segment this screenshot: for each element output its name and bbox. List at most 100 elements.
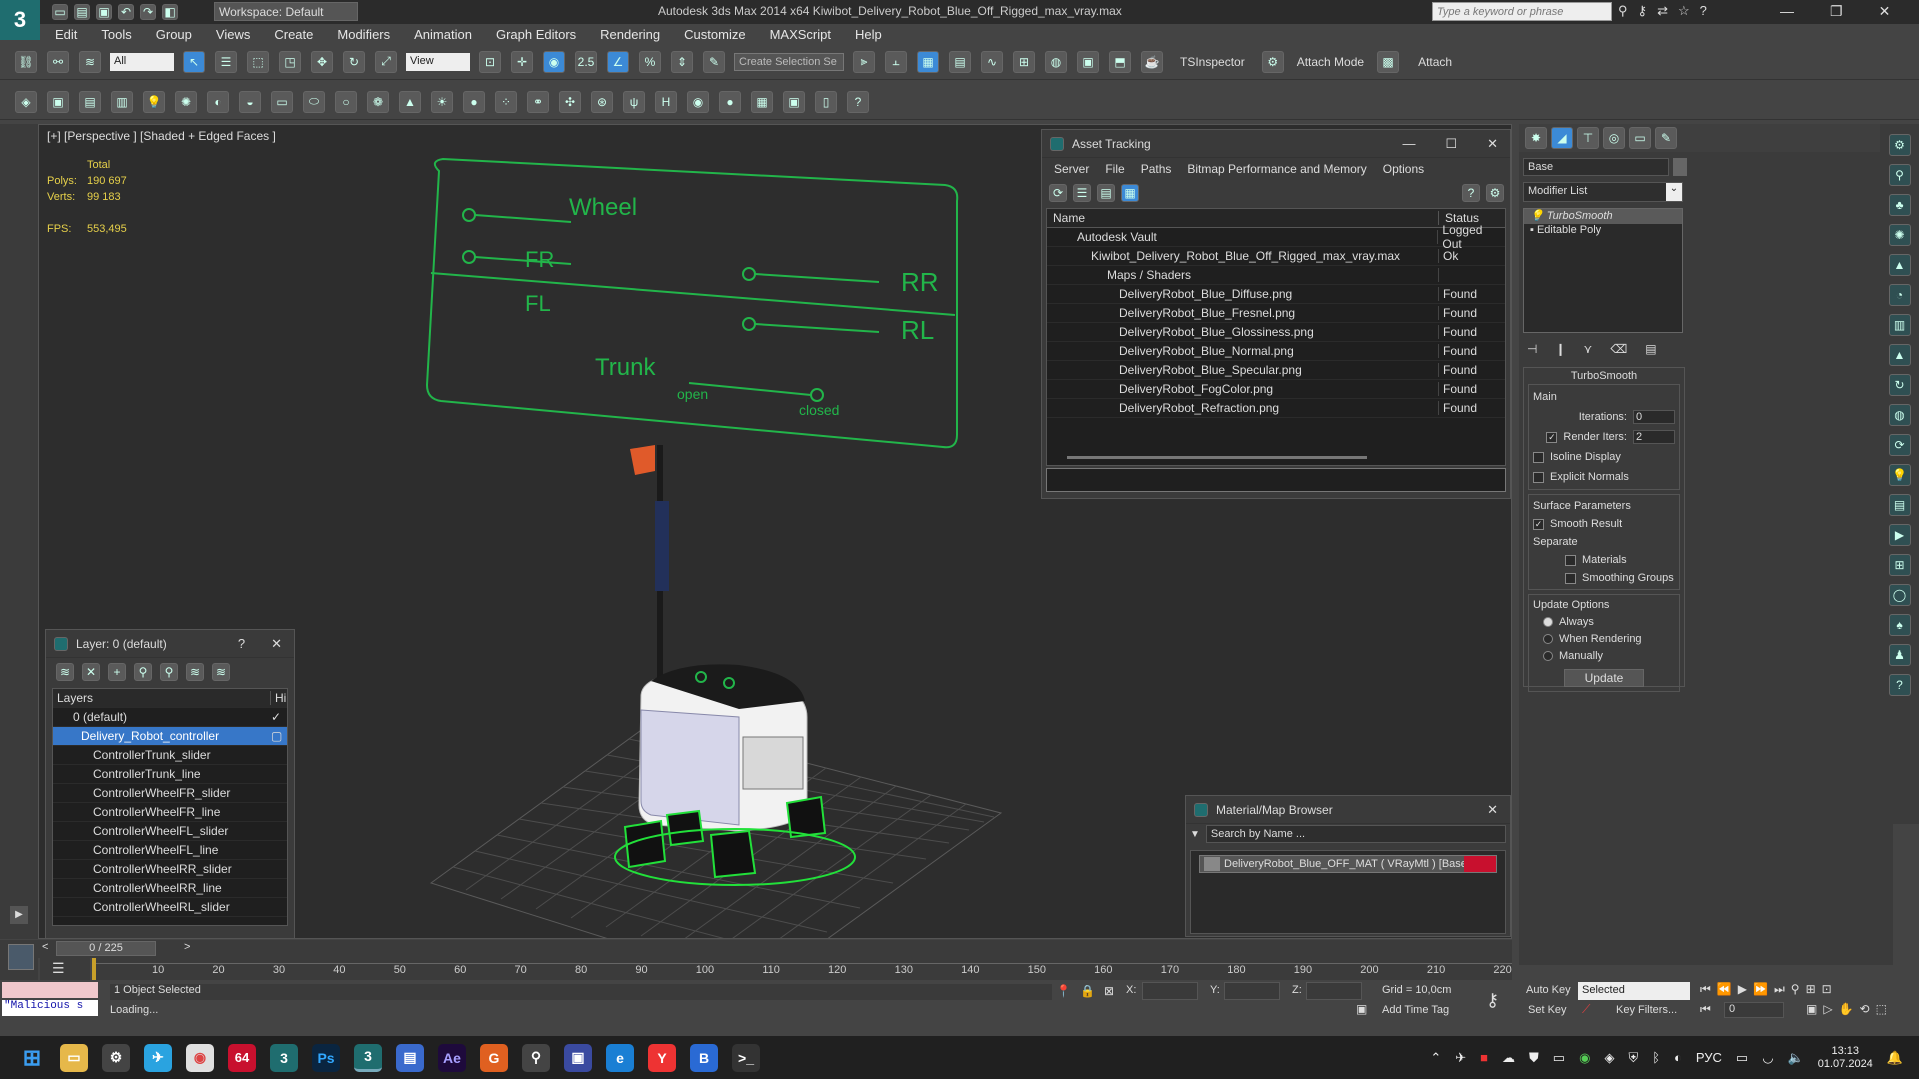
tray-bluetooth-icon[interactable]: ᛒ xyxy=(1652,1050,1660,1065)
asset-horizontal-scrollbar[interactable] xyxy=(1067,456,1367,459)
schematic-view-icon[interactable]: ⊞ xyxy=(1013,50,1035,73)
track-bar[interactable]: 10 20 30 40 50 60 70 80 90 100 110 120 130 140 150 160 1… xyxy=(92,958,1512,980)
windows-start-icon[interactable]: ⊞ xyxy=(18,1044,46,1072)
asset-row[interactable]: Maps / Shaders xyxy=(1047,266,1505,285)
tray-network-icon[interactable]: ▭ xyxy=(1736,1050,1748,1066)
viewport-config-icon[interactable]: ▦ xyxy=(751,90,773,113)
vray-sphere-side-icon[interactable]: ▥ xyxy=(1888,314,1911,336)
vray-plane-icon[interactable]: ▭ xyxy=(271,90,293,113)
tray-clock[interactable]: 13:13 01.07.2024 xyxy=(1818,1045,1873,1071)
layer-close-icon[interactable]: ✕ xyxy=(271,636,282,652)
move-icon[interactable]: ✥ xyxy=(311,50,333,73)
vray-proxy-side-icon[interactable]: ◔ xyxy=(1888,284,1911,306)
help-circle-icon[interactable]: ? xyxy=(847,90,869,113)
fov-icon[interactable]: ▣ xyxy=(1806,1002,1817,1016)
vray-people-icon[interactable]: ♟ xyxy=(1888,644,1911,666)
telegram-icon[interactable]: ✈ xyxy=(144,1043,172,1072)
layer-manager-icon[interactable]: ▦ xyxy=(917,50,939,73)
tray-language[interactable]: РУС xyxy=(1696,1050,1722,1065)
layer-row[interactable]: ControllerWheelFL_slider xyxy=(53,822,287,841)
add-to-layer-icon[interactable]: + xyxy=(108,663,126,681)
asset-settings-icon[interactable]: ⚙ xyxy=(1486,184,1504,202)
window-crossing-icon[interactable]: ◳ xyxy=(279,50,301,73)
tray-defender-icon[interactable]: ⛨ xyxy=(1628,1050,1638,1066)
add-time-tag-button[interactable]: Add Time Tag xyxy=(1382,1004,1449,1016)
bulb-icon[interactable]: 💡 xyxy=(1530,210,1544,222)
time-slider-thumb[interactable]: 0 / 225 xyxy=(56,941,156,956)
tray-nvidia-icon[interactable]: ◈ xyxy=(1604,1050,1614,1066)
3dsmax-icon[interactable]: 3 xyxy=(270,1043,298,1072)
rendered-frame-icon[interactable]: ⬒ xyxy=(1109,50,1131,73)
pin-stack-icon[interactable]: ⊣ xyxy=(1527,342,1537,356)
curve-editor-icon[interactable]: ∿ xyxy=(981,50,1003,73)
attach-mode-button[interactable]: Attach Mode xyxy=(1297,55,1364,69)
star-icon[interactable]: ☆ xyxy=(1678,3,1690,19)
material-browser-close-icon[interactable]: ✕ xyxy=(1487,802,1510,818)
tsinspector-button[interactable]: TSInspector xyxy=(1180,55,1245,69)
vray-dome-icon[interactable]: ◒ xyxy=(239,90,261,113)
modifier-list-dropdown[interactable]: Modifier List ⌄ xyxy=(1523,182,1683,202)
g-app-icon[interactable]: G xyxy=(480,1043,508,1072)
delete-layer-icon[interactable]: ✕ xyxy=(82,663,100,681)
asset-row[interactable]: DeliveryRobot_Blue_Fresnel.png Found xyxy=(1047,304,1505,323)
motion-tab-icon[interactable]: ◎ xyxy=(1603,127,1625,149)
material-search-triangle-icon[interactable]: ▼ xyxy=(1190,829,1200,840)
vray-ring-icon[interactable]: ◯ xyxy=(1888,584,1911,606)
edit-named-selection-icon[interactable]: ✎ xyxy=(703,50,725,73)
vray-sun-icon[interactable]: ○ xyxy=(335,90,357,113)
layer-row[interactable]: ControllerTrunk_slider xyxy=(53,746,287,765)
attach-mode-icon[interactable]: ⚙ xyxy=(1261,50,1284,73)
key-filters-button[interactable]: Key Filters... xyxy=(1616,1004,1677,1016)
after-effects-icon[interactable]: Ae xyxy=(438,1043,466,1072)
asset-help-icon[interactable]: ? xyxy=(1462,184,1480,202)
notepad-icon[interactable]: ▤ xyxy=(396,1043,424,1072)
y-coordinate-field[interactable] xyxy=(1224,982,1280,1000)
maximize-icon[interactable]: ❐ xyxy=(1830,3,1843,20)
close-icon[interactable]: ✕ xyxy=(1879,3,1891,20)
exchange-icon[interactable]: ⇄ xyxy=(1657,3,1668,19)
display-tab-icon[interactable]: ▭ xyxy=(1629,127,1651,149)
asset-maximize-icon[interactable]: ☐ xyxy=(1445,136,1457,152)
menu-graph-editors[interactable]: Graph Editors xyxy=(496,27,576,42)
asset-col-name[interactable]: Name xyxy=(1047,211,1439,225)
edge-icon[interactable]: e xyxy=(606,1043,634,1072)
time-prev-icon[interactable]: < xyxy=(42,941,48,953)
vray-physical-icon[interactable]: ⚲ xyxy=(1888,164,1911,186)
absolute-mode-icon[interactable]: ⊠ xyxy=(1104,984,1114,998)
track-bar-icon[interactable]: ☰ xyxy=(52,960,65,977)
modify-tab-icon[interactable]: ◢ xyxy=(1551,127,1573,149)
batch-render-icon[interactable]: ▥ xyxy=(111,90,133,113)
vray-light-icon[interactable]: ♣ xyxy=(1888,194,1911,216)
checker-icon[interactable]: ▩ xyxy=(1377,50,1400,73)
asset-menu-server[interactable]: Server xyxy=(1054,162,1089,176)
vray-ball-icon[interactable]: ◍ xyxy=(1888,404,1911,426)
vray-rotate-icon[interactable]: ↻ xyxy=(1888,374,1911,396)
next-frame-icon[interactable]: ⏩ xyxy=(1753,982,1768,997)
vray-proxy-icon[interactable]: ▲ xyxy=(399,90,421,113)
asset-row[interactable]: DeliveryRobot_Refraction.png Found xyxy=(1047,399,1505,418)
help-icon[interactable]: ? xyxy=(1700,3,1707,19)
vray-vfb-icon[interactable]: ▤ xyxy=(1888,494,1911,516)
menu-rendering[interactable]: Rendering xyxy=(600,27,660,42)
hold-icon[interactable]: ◧ xyxy=(162,4,178,20)
rollout-title[interactable]: TurboSmooth xyxy=(1528,368,1680,384)
hf-icon[interactable]: H xyxy=(655,90,677,113)
snaps-toggle-icon[interactable]: 2.5 xyxy=(575,50,597,73)
select-object-icon[interactable]: ↖ xyxy=(183,50,205,73)
set-key-button[interactable]: Set Key xyxy=(1528,1004,1567,1016)
tray-cloud-icon[interactable]: ☁ xyxy=(1502,1050,1515,1066)
explicit-normals-checkbox[interactable] xyxy=(1533,471,1544,483)
spinner-snap-icon[interactable]: ⇕ xyxy=(671,50,693,73)
menu-help[interactable]: Help xyxy=(855,27,882,42)
configure-sets-icon[interactable]: ▤ xyxy=(1645,342,1656,356)
asset-menu-bitmap-performance[interactable]: Bitmap Performance and Memory xyxy=(1187,162,1366,176)
selection-filter-dropdown[interactable]: All xyxy=(110,52,174,71)
play-icon[interactable]: ▶ xyxy=(1738,982,1747,997)
expand-icon[interactable]: ▪ xyxy=(1530,224,1534,236)
rotate-icon[interactable]: ↻ xyxy=(343,50,365,73)
material-editor-icon[interactable]: ◍ xyxy=(1045,50,1067,73)
render-icon[interactable]: ▣ xyxy=(47,90,69,113)
object-color-swatch[interactable] xyxy=(1673,158,1687,176)
workspace-dropdown[interactable]: Workspace: Default xyxy=(214,2,358,21)
notifications-icon[interactable]: 🔔 xyxy=(1887,1050,1903,1066)
